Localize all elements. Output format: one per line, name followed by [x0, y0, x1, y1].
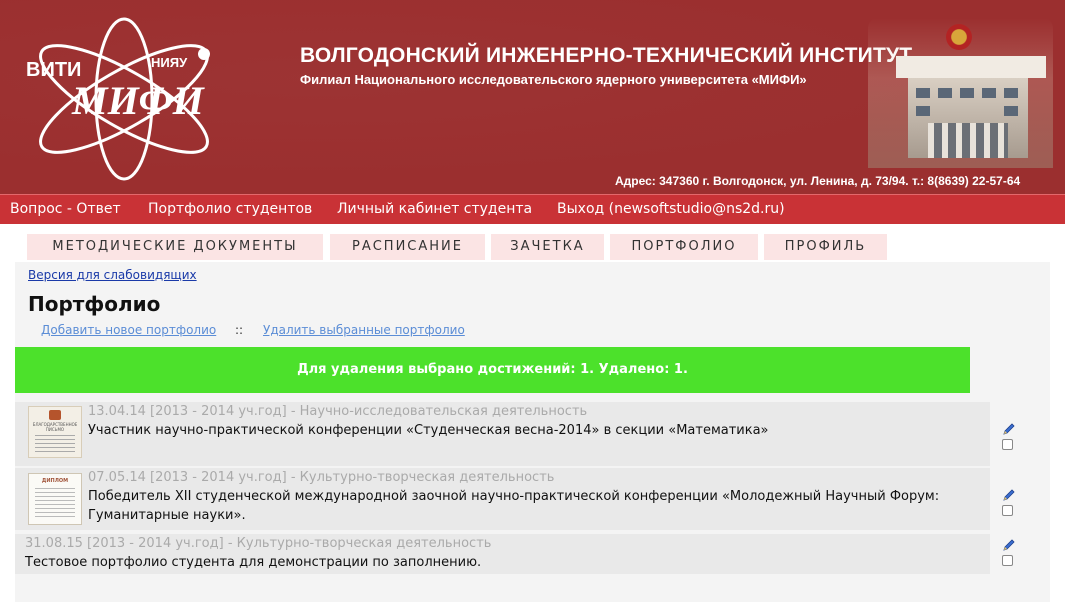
- portfolio-entry: БЛАГОДАРСТВЕННОЕ ПИСЬМО 13.04.14 [2013 -…: [15, 402, 1045, 466]
- tab-gradebook[interactable]: ЗАЧЕТКА: [491, 234, 604, 260]
- tab-portfolio[interactable]: ПОРТФОЛИО: [610, 234, 758, 260]
- link-separator: ::: [235, 323, 244, 337]
- portfolio-entry: 31.08.15 [2013 - 2014 уч.год] - Культурн…: [15, 534, 1045, 574]
- site-header: ВИТИ НИЯУ МИФИ ВОЛГОДОНСКИЙ ИНЖЕНЕРНО-ТЕ…: [0, 0, 1065, 194]
- edit-pencil-icon[interactable]: [1002, 538, 1016, 552]
- entry-meta: 13.04.14 [2013 - 2014 уч.год] - Научно-и…: [88, 404, 588, 419]
- thumb-title: БЛАГОДАРСТВЕННОЕ ПИСЬМО: [32, 422, 78, 432]
- logo-mifi-text: МИФИ: [71, 78, 206, 123]
- nav-student-portfolio-link[interactable]: Портфолио студентов: [148, 201, 312, 217]
- thumb-emblem-icon: [49, 410, 61, 420]
- tab-method-docs[interactable]: МЕТОДИЧЕСКИЕ ДОКУМЕНТЫ: [27, 234, 323, 260]
- delete-selected-link[interactable]: Удалить выбранные портфолио: [263, 323, 465, 337]
- tab-schedule[interactable]: РАСПИСАНИЕ: [330, 234, 485, 260]
- entry-description: Участник научно-практической конференции…: [88, 423, 769, 438]
- add-portfolio-link[interactable]: Добавить новое портфолио: [41, 323, 216, 337]
- atom-logo[interactable]: ВИТИ НИЯУ МИФИ: [14, 14, 264, 184]
- edit-pencil-icon[interactable]: [1002, 488, 1016, 502]
- nav-student-cabinet-link[interactable]: Личный кабинет студента: [337, 201, 532, 217]
- tab-profile[interactable]: ПРОФИЛЬ: [764, 234, 887, 260]
- top-nav: Вопрос - Ответ Портфолио студентов Личны…: [0, 194, 1065, 224]
- institute-subtitle: Филиал Национального исследовательского …: [300, 72, 807, 87]
- entry-actions: [990, 468, 1045, 530]
- page-title: Портфолио: [28, 292, 161, 316]
- nav-logout-link[interactable]: Выход (newsoftstudio@ns2d.ru): [557, 201, 785, 217]
- entry-meta: 31.08.15 [2013 - 2014 уч.год] - Культурн…: [25, 536, 492, 551]
- accessibility-link[interactable]: Версия для слабовидящих: [28, 268, 197, 282]
- logo-niyau-text: НИЯУ: [151, 55, 188, 70]
- certificate-thumbnail[interactable]: ДИПЛОМ: [28, 473, 82, 525]
- entry-actions: [990, 402, 1045, 466]
- entry-select-checkbox[interactable]: [1002, 555, 1013, 566]
- entry-select-checkbox[interactable]: [1002, 505, 1013, 516]
- emblem-icon: [946, 24, 972, 50]
- entry-select-checkbox[interactable]: [1002, 439, 1013, 450]
- building-photo: [868, 18, 1053, 168]
- portfolio-entry: ДИПЛОМ 07.05.14 [2013 - 2014 уч.год] - К…: [15, 468, 1045, 530]
- main-content: Версия для слабовидящих Портфолио Добави…: [15, 262, 1050, 602]
- building-sign: [896, 56, 1046, 78]
- thumb-text-lines: [35, 488, 75, 518]
- entry-description: Тестовое портфолио студента для демонстр…: [25, 555, 482, 570]
- tab-bar: МЕТОДИЧЕСКИЕ ДОКУМЕНТЫ РАСПИСАНИЕ ЗАЧЕТК…: [0, 224, 1065, 262]
- thumb-title: ДИПЛОМ: [41, 478, 69, 484]
- entry-meta: 07.05.14 [2013 - 2014 уч.год] - Культурн…: [88, 470, 555, 485]
- edit-pencil-icon[interactable]: [1002, 422, 1016, 436]
- thumb-text-lines: [35, 435, 75, 453]
- status-notice: Для удаления выбрано достижений: 1. Удал…: [15, 347, 970, 393]
- building-columns: [928, 123, 1008, 158]
- address-text: Адрес: 347360 г. Волгодонск, ул. Ленина,…: [615, 174, 1021, 188]
- nav-faq-link[interactable]: Вопрос - Ответ: [10, 201, 121, 217]
- entry-description: Победитель XII студенческой международно…: [88, 489, 940, 523]
- entry-actions: [990, 534, 1045, 574]
- certificate-thumbnail[interactable]: БЛАГОДАРСТВЕННОЕ ПИСЬМО: [28, 406, 82, 458]
- institute-title: ВОЛГОДОНСКИЙ ИНЖЕНЕРНО-ТЕХНИЧЕСКИЙ ИНСТИ…: [300, 44, 913, 67]
